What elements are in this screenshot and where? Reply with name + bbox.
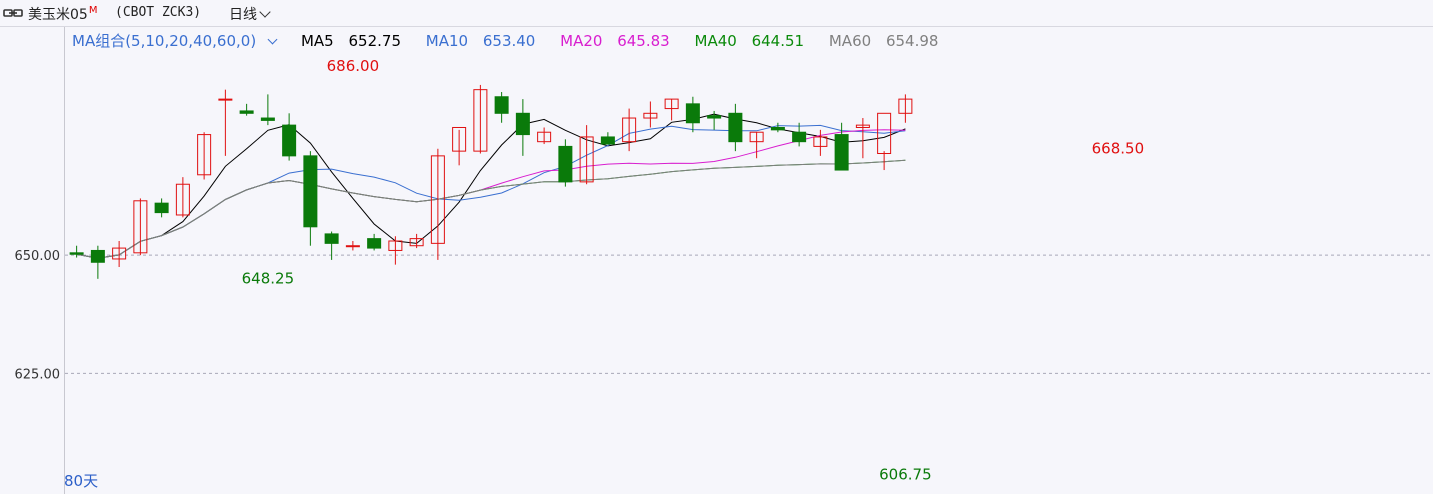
high-label: 686.00 <box>327 57 380 75</box>
low-label: 606.75 <box>879 466 932 484</box>
candle-down <box>324 233 339 244</box>
bars-count-label: 80天 <box>64 472 99 490</box>
candle-down <box>90 249 105 263</box>
candle-down <box>303 155 318 228</box>
candle-down <box>600 136 615 145</box>
low-label: 648.25 <box>242 269 295 287</box>
candle-down <box>515 112 530 136</box>
candle-down <box>494 96 509 114</box>
candle-down <box>69 252 84 255</box>
candle-down <box>728 112 743 143</box>
candle-down <box>282 124 297 157</box>
high-label: 668.50 <box>1092 140 1145 158</box>
candle-down <box>770 126 785 131</box>
candle-down <box>558 145 573 183</box>
candle-down <box>260 117 275 121</box>
y-tick-label: 625.00 <box>15 367 61 382</box>
candle-down <box>154 202 169 214</box>
candle-down <box>834 134 849 171</box>
candle-down <box>685 103 700 124</box>
candle-down <box>239 110 254 114</box>
candle-up <box>345 245 360 248</box>
candle-down <box>367 238 382 249</box>
y-tick-label: 650.00 <box>15 249 61 264</box>
candle-up <box>218 98 233 101</box>
candlestick-chart[interactable]: 625.00 650.00 686.00 648.25 606.75 668.50 <box>0 0 1433 494</box>
candle-down <box>707 115 722 119</box>
candle-down <box>792 131 807 143</box>
ma20-line <box>76 129 906 259</box>
